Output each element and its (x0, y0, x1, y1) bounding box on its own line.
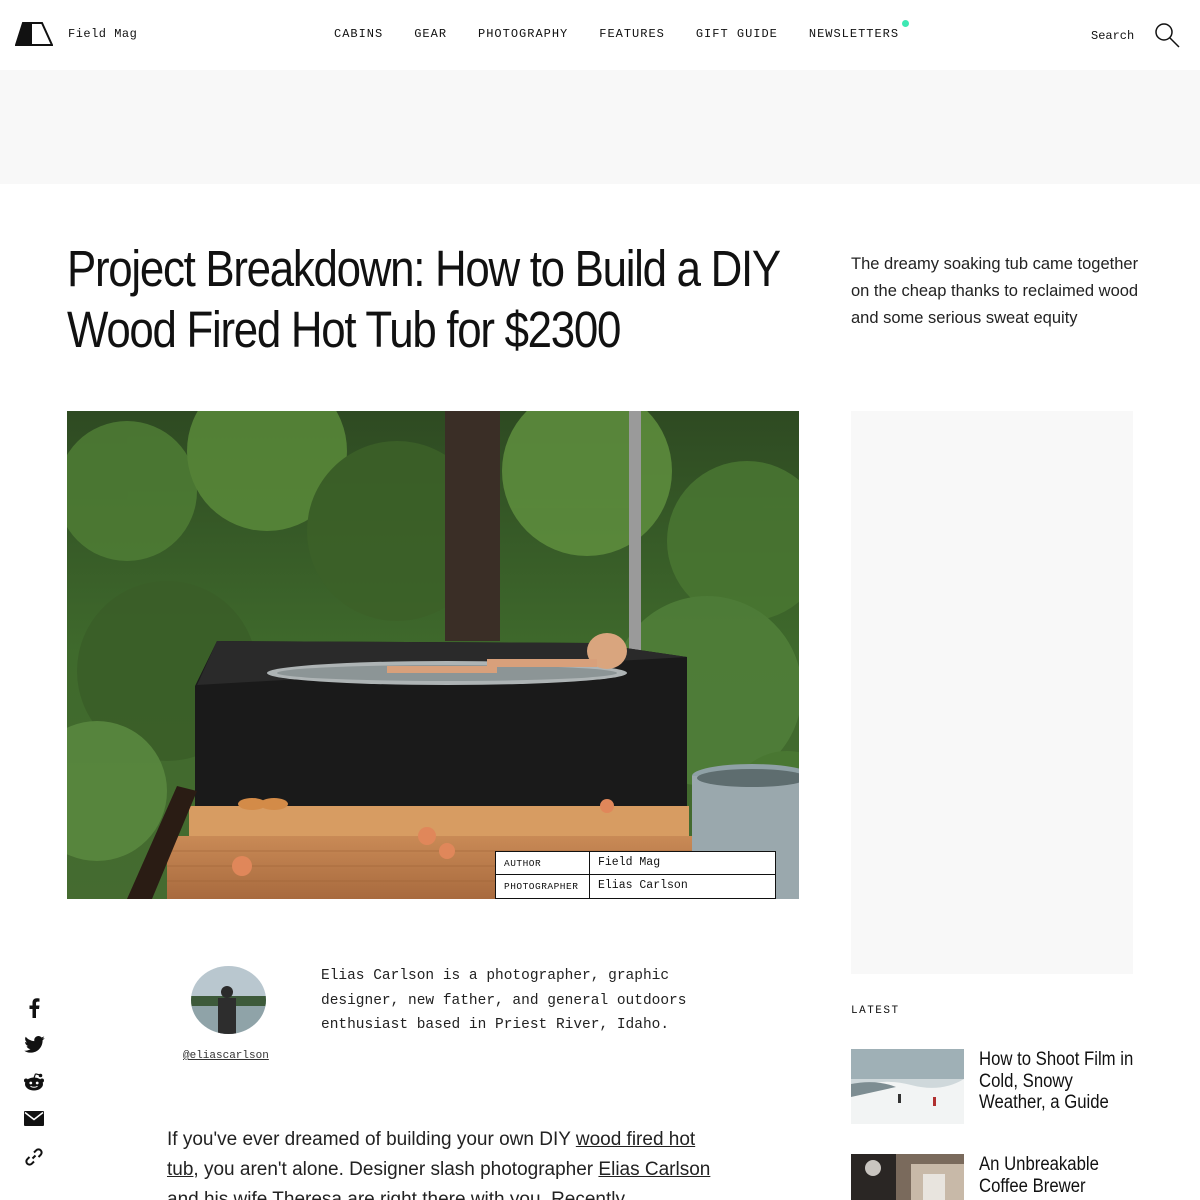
latest-item-title[interactable]: An Unbreakable Coffee Brewer (979, 1154, 1142, 1197)
nav-cabins[interactable]: CABINS (334, 27, 383, 41)
body-text-segment: If you've ever dreamed of building your … (167, 1129, 576, 1150)
author-bio: Elias Carlson is a photographer, graphic… (321, 968, 687, 1033)
body-text-segment: and his wife Theresa are right there wit… (167, 1189, 625, 1200)
credit-author-key: AUTHOR (496, 852, 590, 874)
field-mag-logo-icon[interactable] (15, 22, 53, 46)
site-header: Field Mag CABINS GEAR PHOTOGRAPHY FEATUR… (0, 0, 1200, 70)
credit-photographer-key: PHOTOGRAPHER (496, 875, 590, 898)
article-title: Project Breakdown: How to Build a DIY Wo… (67, 240, 780, 358)
search-label[interactable]: Search (1091, 29, 1134, 43)
nav-photography[interactable]: PHOTOGRAPHY (478, 27, 568, 41)
main-nav: CABINS GEAR PHOTOGRAPHY FEATURES GIFT GU… (334, 20, 930, 41)
latest-thumbnail[interactable] (851, 1049, 964, 1124)
latest-thumbnail[interactable] (851, 1154, 964, 1200)
facebook-icon[interactable] (23, 998, 45, 1036)
site-name[interactable]: Field Mag (68, 27, 137, 41)
nav-features[interactable]: FEATURES (599, 27, 665, 41)
credit-author-value[interactable]: Field Mag (590, 852, 775, 874)
article-dek: The dreamy soaking tub came together on … (851, 255, 1139, 327)
share-bar (23, 998, 45, 1186)
reddit-icon[interactable] (23, 1073, 45, 1111)
hot-tub-photo (67, 411, 799, 899)
credit-author-row: AUTHOR Field Mag (496, 852, 775, 875)
nav-newsletters-label: NEWSLETTERS (808, 27, 900, 41)
credit-photographer-row: PHOTOGRAPHER Elias Carlson (496, 875, 775, 898)
nav-newsletters[interactable]: NEWSLETTERS (808, 20, 910, 41)
sidebar-ad (851, 411, 1133, 974)
search-icon[interactable] (1154, 22, 1180, 48)
latest-item-title[interactable]: How to Shoot Film in Cold, Snowy Weather… (979, 1049, 1142, 1114)
latest-heading: LATEST (851, 1005, 900, 1017)
photo-credits: AUTHOR Field Mag PHOTOGRAPHER Elias Carl… (495, 851, 776, 899)
nav-gear[interactable]: GEAR (414, 27, 447, 41)
link-icon[interactable] (23, 1148, 45, 1186)
author-handle-link[interactable]: @eliascarlson (183, 1050, 269, 1062)
notification-dot (902, 20, 910, 27)
hero-image: AUTHOR Field Mag PHOTOGRAPHER Elias Carl… (67, 411, 799, 899)
ad-banner (0, 70, 1200, 184)
twitter-icon[interactable] (23, 1035, 45, 1074)
email-icon[interactable] (23, 1110, 45, 1149)
elias-carlson-link[interactable]: Elias Carlson (598, 1159, 710, 1180)
article-body-paragraph: If you've ever dreamed of building your … (167, 1125, 712, 1200)
credit-photographer-value[interactable]: Elias Carlson (590, 875, 775, 898)
body-text-segment: , you aren't alone. Designer slash photo… (193, 1159, 599, 1180)
nav-gift-guide[interactable]: GIFT GUIDE (696, 27, 778, 41)
author-avatar[interactable] (191, 966, 266, 1034)
